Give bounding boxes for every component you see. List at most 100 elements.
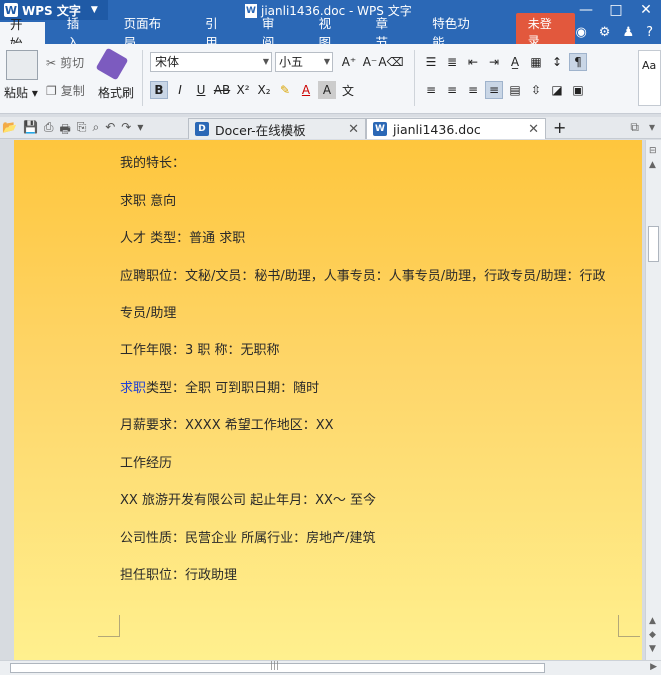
- page-corner-mark: [98, 615, 120, 637]
- font-name-select[interactable]: 宋体 ▼: [150, 52, 272, 72]
- tab-insert[interactable]: 插入: [57, 16, 102, 50]
- doc-line: 我的特长：: [120, 156, 186, 171]
- print-icon[interactable]: 🖶: [60, 120, 71, 141]
- horizontal-scrollbar[interactable]: ||| ▶: [0, 660, 661, 675]
- close-icon[interactable]: ✕: [348, 122, 359, 137]
- align-right-icon[interactable]: ≡: [464, 81, 482, 99]
- cut-label: 剪切: [60, 56, 85, 70]
- bullet-list-icon[interactable]: ☰: [422, 53, 440, 71]
- tab-review[interactable]: 审阅: [252, 16, 297, 50]
- shirt-icon[interactable]: ♟: [622, 25, 634, 40]
- tab-menu-icon[interactable]: ▾: [649, 120, 655, 135]
- doc-line: 公司性质：民营企业 所属行业：房地产/建筑: [120, 531, 376, 546]
- scroll-right-icon[interactable]: ▶: [650, 662, 657, 672]
- line-spacing-icon[interactable]: ⇳: [527, 81, 545, 99]
- highlight-icon[interactable]: ✎: [276, 81, 294, 99]
- chinese-layout-icon[interactable]: A̲: [506, 53, 524, 71]
- format-painter-icon[interactable]: [95, 47, 129, 81]
- scroll-up-icon[interactable]: ▲: [649, 160, 656, 170]
- style-preview-label: Aa: [642, 59, 657, 72]
- decrease-indent-icon[interactable]: ⇤: [464, 53, 482, 71]
- doc-line: 月薪要求：XXXX 希望工作地区：XX: [120, 418, 334, 433]
- shrink-font-icon[interactable]: A⁻: [361, 53, 379, 71]
- chevron-down-icon: ▼: [323, 57, 330, 66]
- new-tab-icon[interactable]: +: [553, 118, 566, 137]
- format-painter-button[interactable]: 格式刷: [98, 84, 134, 101]
- grow-font-icon[interactable]: A⁺: [340, 53, 358, 71]
- paste-label: 粘贴: [4, 86, 29, 100]
- sort-icon[interactable]: ↕: [548, 53, 566, 71]
- underline-icon[interactable]: U: [192, 81, 210, 99]
- close-button[interactable]: ✕: [631, 0, 661, 20]
- doc-line: 工作经历: [120, 456, 173, 471]
- table-icon[interactable]: ▦: [527, 53, 545, 71]
- tab-sections[interactable]: 章节: [365, 16, 410, 50]
- hyperlink-text[interactable]: 求职: [120, 381, 146, 396]
- quick-access-toolbar: 📂 💾 ⎙ 🖶 ⎘ ⌕ ↶ ↷ ▾: [2, 120, 143, 141]
- divider: [142, 50, 143, 106]
- copy-label: 复制: [60, 84, 85, 98]
- minimize-button[interactable]: —: [571, 0, 601, 20]
- increase-indent-icon[interactable]: ⇥: [485, 53, 503, 71]
- paste-icon[interactable]: [6, 50, 38, 80]
- word-doc-icon: W: [373, 122, 387, 136]
- tab-view[interactable]: 视图: [309, 16, 354, 50]
- align-left-icon[interactable]: ≡: [422, 81, 440, 99]
- customize-arrow-icon[interactable]: ▾: [137, 120, 143, 141]
- select-browse-icon[interactable]: ◆: [649, 630, 656, 640]
- open-folder-icon[interactable]: 📂: [2, 120, 17, 141]
- redo-icon[interactable]: ↷: [121, 120, 131, 141]
- scroll-thumb[interactable]: [648, 226, 659, 262]
- grip-icon: |||: [270, 661, 280, 671]
- font-size-select[interactable]: 小五 ▼: [275, 52, 333, 72]
- paste-button[interactable]: 粘贴 ▾: [4, 84, 38, 101]
- next-page-icon[interactable]: ▼: [649, 644, 656, 654]
- show-marks-icon[interactable]: ¶: [569, 53, 587, 71]
- document-page[interactable]: 我的特长： 求职 意向 人才 类型：普通 求职 应聘职位：文秘/文员：秘书/助理…: [14, 140, 642, 660]
- undo-icon[interactable]: ↶: [105, 120, 115, 141]
- preview-icon[interactable]: ⌕: [92, 120, 99, 141]
- doc-tab-label: Docer-在线模板: [215, 122, 306, 138]
- phonetic-icon[interactable]: 文: [339, 81, 357, 99]
- shading-icon[interactable]: ◪: [548, 81, 566, 99]
- restore-tab-icon[interactable]: ⧉: [630, 120, 639, 135]
- chevron-down-icon: ▼: [262, 57, 269, 66]
- vertical-scrollbar[interactable]: ⊟ ▲ ▲ ◆ ▼: [645, 140, 661, 660]
- italic-icon[interactable]: I: [171, 81, 189, 99]
- save-icon[interactable]: 💾: [23, 120, 38, 141]
- numbered-list-icon[interactable]: ≣: [443, 53, 461, 71]
- tab-special-features[interactable]: 特色功能: [422, 16, 492, 50]
- bold-icon[interactable]: B: [150, 81, 168, 99]
- distribute-icon[interactable]: ▤: [506, 81, 524, 99]
- print-preview-icon[interactable]: ⎘: [77, 120, 87, 141]
- split-view-icon[interactable]: ⊟: [649, 146, 657, 156]
- tab-docer-templates[interactable]: D Docer-在线模板 ✕: [188, 118, 366, 139]
- close-icon[interactable]: ✕: [528, 122, 539, 137]
- word-doc-icon: W: [245, 3, 257, 18]
- tab-home[interactable]: 开始: [0, 17, 45, 51]
- tab-current-document[interactable]: W jianli1436.doc ✕: [366, 118, 546, 139]
- subscript-icon[interactable]: X₂: [255, 81, 273, 99]
- style-gallery[interactable]: Aa: [638, 50, 661, 106]
- char-shading-icon[interactable]: A: [318, 81, 336, 99]
- superscript-icon[interactable]: X²: [234, 81, 252, 99]
- justify-icon[interactable]: ≡: [485, 81, 503, 99]
- tab-references[interactable]: 引用: [195, 16, 240, 50]
- clear-format-icon[interactable]: A⌫: [378, 53, 403, 71]
- export-pdf-icon[interactable]: ⎙: [44, 120, 54, 141]
- help-icon[interactable]: ?: [646, 25, 653, 40]
- font-size-tools: A⁺ A⁻ A⌫: [340, 53, 404, 71]
- border-icon[interactable]: ▣: [569, 81, 587, 99]
- maximize-button[interactable]: □: [601, 0, 631, 20]
- font-color-icon[interactable]: A: [297, 81, 315, 99]
- cut-button[interactable]: ✂ 剪切: [46, 54, 84, 71]
- settings-icon[interactable]: ⚙: [599, 25, 611, 40]
- doc-line: 人才 类型：普通 求职: [120, 231, 246, 246]
- skin-icon[interactable]: ◉: [575, 25, 586, 40]
- copy-button[interactable]: ❐ 复制: [46, 82, 85, 99]
- tab-page-layout[interactable]: 页面布局: [114, 16, 184, 50]
- align-center-icon[interactable]: ≡: [443, 81, 461, 99]
- prev-page-icon[interactable]: ▲: [649, 616, 656, 626]
- strikethrough-icon[interactable]: AB: [213, 81, 231, 99]
- doc-line: XX 旅游开发有限公司 起止年月：XX～ 至今: [120, 493, 377, 508]
